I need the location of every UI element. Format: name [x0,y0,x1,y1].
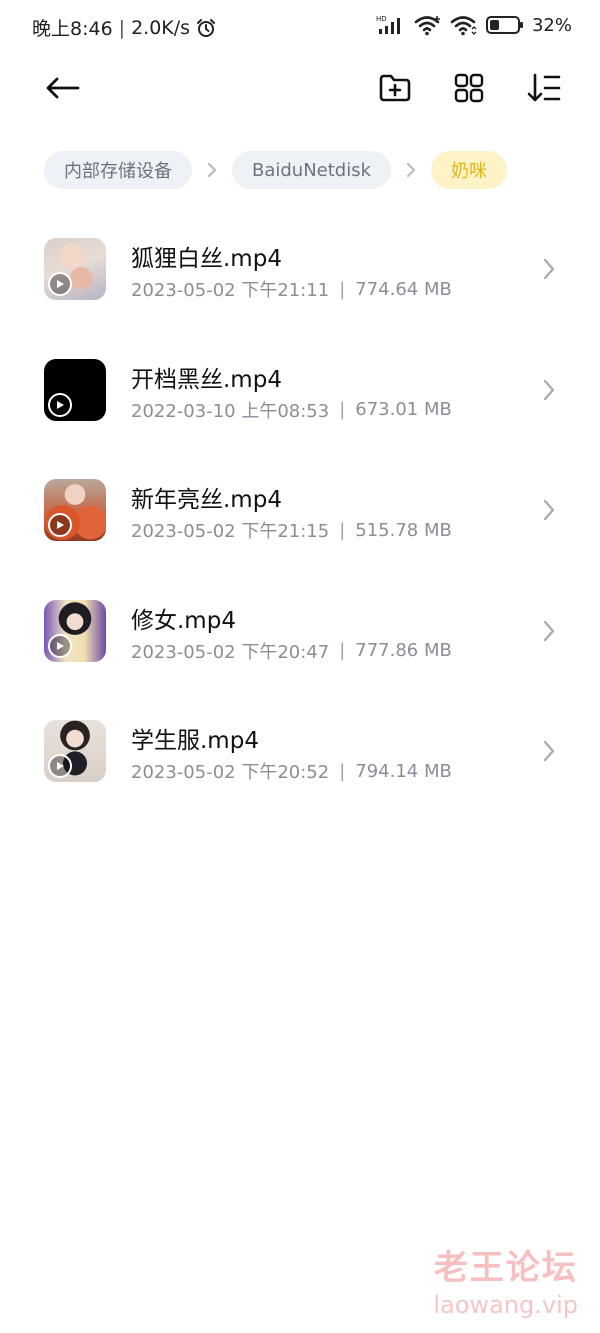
file-meta: 2022-03-10 上午08:53 | 673.01 MB [131,397,452,423]
breadcrumb-item-internal-storage[interactable]: 内部存储设备 [44,151,192,189]
chevron-right-icon [192,151,232,189]
hd-label: HD [376,15,387,23]
chevron-right-icon [538,255,560,283]
status-network-speed: 2.0K/s [131,16,191,39]
arrow-left-icon [44,76,80,104]
toolbar [0,62,600,118]
cellular-signal-icon: HD [376,14,406,36]
folder-plus-icon [378,73,412,107]
file-row[interactable]: 开档黑丝.mp4 2022-03-10 上午08:53 | 673.01 MB [0,330,600,451]
file-size: 794.14 MB [355,760,452,782]
meta-separator: | [339,399,346,420]
play-icon [48,754,72,778]
status-bar: 晚上8:46 | 2.0K/s HD 32% [0,0,600,58]
file-size: 673.01 MB [355,399,452,420]
file-size: 515.78 MB [355,519,452,541]
sort-icon [527,73,561,107]
back-button[interactable] [40,68,84,112]
play-icon [48,392,72,417]
grid-view-button[interactable] [447,68,491,112]
grid-view-icon [454,73,484,107]
file-row[interactable]: 学生服.mp4 2023-05-02 下午20:52 | 794.14 MB [0,691,600,812]
file-meta: 2023-05-02 下午21:11 | 774.64 MB [131,276,452,302]
file-name: 学生服.mp4 [131,728,259,754]
watermark-title: 老王论坛 [433,1248,578,1288]
meta-separator: | [339,278,346,300]
status-separator: | [118,16,126,39]
video-thumbnail [44,720,106,782]
video-thumbnail [44,479,106,541]
status-right: HD 32% [376,14,572,36]
wifi-icon [414,14,442,36]
chevron-right-icon [538,737,560,765]
video-thumbnail [44,238,106,300]
breadcrumb: 内部存储设备 BaiduNetdisk 奶咪 [44,151,508,189]
breadcrumb-label: 内部存储设备 [64,161,172,182]
chevron-right-icon [538,617,560,645]
file-size: 774.64 MB [355,278,452,300]
meta-separator: | [339,760,346,782]
alarm-icon [195,17,217,39]
file-row[interactable]: 修女.mp4 2023-05-02 下午20:47 | 777.86 MB [0,571,600,692]
file-name: 修女.mp4 [131,607,236,634]
file-date: 2023-05-02 下午21:15 [131,521,330,542]
file-name: 开档黑丝.mp4 [131,366,282,393]
play-icon [48,633,72,658]
file-meta: 2023-05-02 下午21:15 | 515.78 MB [131,517,452,543]
breadcrumb-item-baidunetdisk[interactable]: BaiduNetdisk [232,151,392,189]
meta-separator: | [339,519,346,541]
file-date: 2023-05-02 下午20:47 [131,641,330,663]
video-thumbnail [44,599,106,662]
file-date: 2022-03-10 上午08:53 [131,400,330,422]
file-size: 777.86 MB [355,640,452,661]
play-icon [48,272,72,296]
file-row[interactable]: 狐狸白丝.mp4 2023-05-02 下午21:11 | 774.64 MB [0,209,600,330]
watermark-url: laowang.vip [433,1291,578,1319]
battery-percent: 32% [531,14,572,36]
breadcrumb-label: BaiduNetdisk [252,159,372,181]
battery-icon [485,15,524,35]
sort-button[interactable] [522,68,566,112]
status-left: 晚上8:46 | 2.0K/s [32,14,217,41]
breadcrumb-item-current-folder[interactable]: 奶咪 [431,151,508,189]
file-date: 2023-05-02 下午20:52 [131,762,330,783]
chevron-right-icon [391,151,431,189]
file-meta: 2023-05-02 下午20:47 | 777.86 MB [131,638,452,664]
watermark: 老王论坛 laowang.vip [433,1240,578,1319]
play-icon [48,513,72,537]
video-thumbnail [44,358,106,421]
new-folder-button[interactable] [373,68,417,112]
wifi-icon-secondary [450,14,478,36]
meta-separator: | [339,640,346,661]
breadcrumb-label: 奶咪 [451,161,488,182]
status-time: 晚上8:46 [32,18,113,40]
chevron-right-icon [538,376,560,404]
file-list: 狐狸白丝.mp4 2023-05-02 下午21:11 | 774.64 MB … [0,209,600,812]
file-meta: 2023-05-02 下午20:52 | 794.14 MB [131,758,452,784]
file-date: 2023-05-02 下午21:11 [131,280,330,301]
file-name: 新年亮丝.mp4 [131,487,282,513]
file-name: 狐狸白丝.mp4 [131,246,282,272]
file-row[interactable]: 新年亮丝.mp4 2023-05-02 下午21:15 | 515.78 MB [0,450,600,571]
chevron-right-icon [538,496,560,524]
